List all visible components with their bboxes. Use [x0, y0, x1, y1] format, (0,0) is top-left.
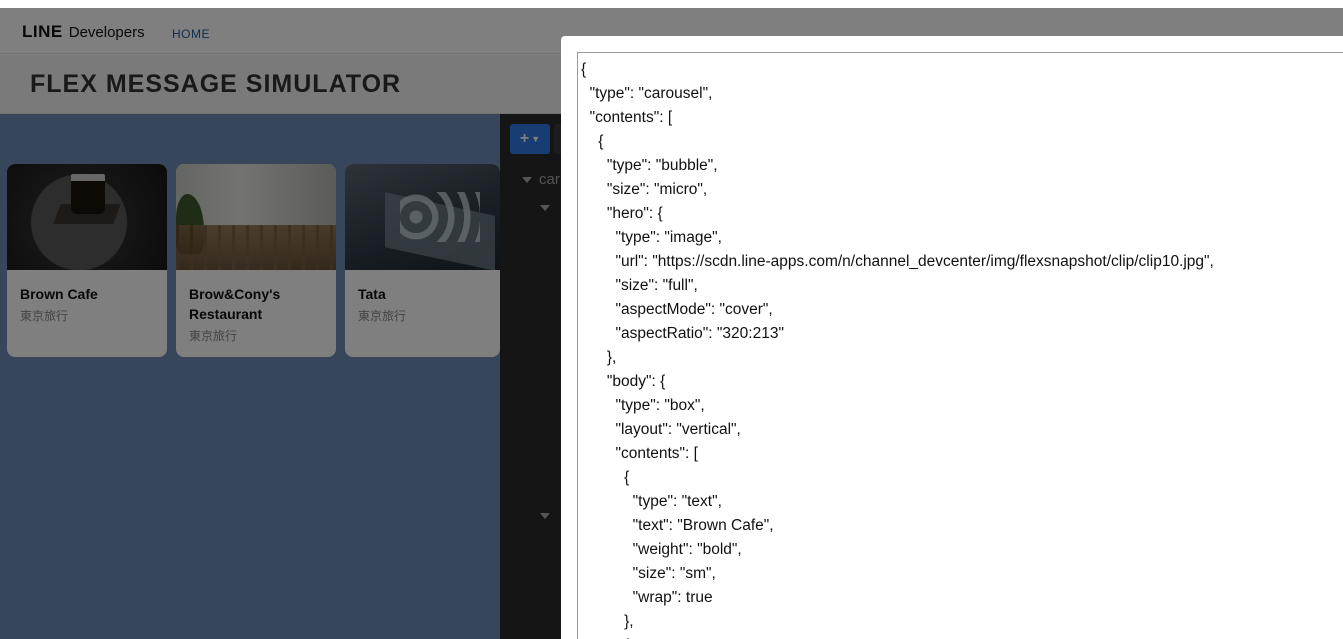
json-line: "type": "text",: [581, 493, 722, 510]
json-line: "type": "image",: [581, 229, 722, 246]
json-line: {: [581, 634, 1343, 639]
json-line: "body": {: [581, 373, 666, 390]
json-view-modal: { "type": "carousel", "contents": [ { "t…: [561, 36, 1343, 639]
json-line: "contents": [: [581, 445, 698, 462]
json-line: "type": "carousel",: [581, 85, 713, 102]
json-line: {: [581, 133, 604, 150]
json-line: "size": "sm",: [581, 565, 716, 582]
json-line: "weight": "bold",: [581, 541, 742, 558]
top-strip: [0, 0, 1343, 8]
json-line: "url": "https://scdn.line-apps.com/n/cha…: [581, 253, 1214, 270]
json-line: "text": "Brown Cafe",: [581, 517, 774, 534]
json-line: "size": "full",: [581, 277, 698, 294]
json-line: "type": "bubble",: [581, 157, 718, 174]
json-line: },: [581, 613, 634, 630]
json-line: "aspectMode": "cover",: [581, 301, 773, 318]
json-line: "aspectRatio": "320:213": [581, 325, 784, 342]
json-line: "wrap": true: [581, 589, 713, 606]
json-line: "hero": {: [581, 205, 663, 222]
json-line: "size": "micro",: [581, 181, 708, 198]
json-line: {: [581, 469, 630, 486]
json-line: "layout": "vertical",: [581, 421, 741, 438]
json-line: {: [581, 61, 587, 78]
json-line: },: [581, 349, 617, 366]
json-line: "type": "box",: [581, 397, 705, 414]
json-textarea[interactable]: { "type": "carousel", "contents": [ { "t…: [577, 52, 1343, 639]
json-line: "contents": [: [581, 109, 673, 126]
